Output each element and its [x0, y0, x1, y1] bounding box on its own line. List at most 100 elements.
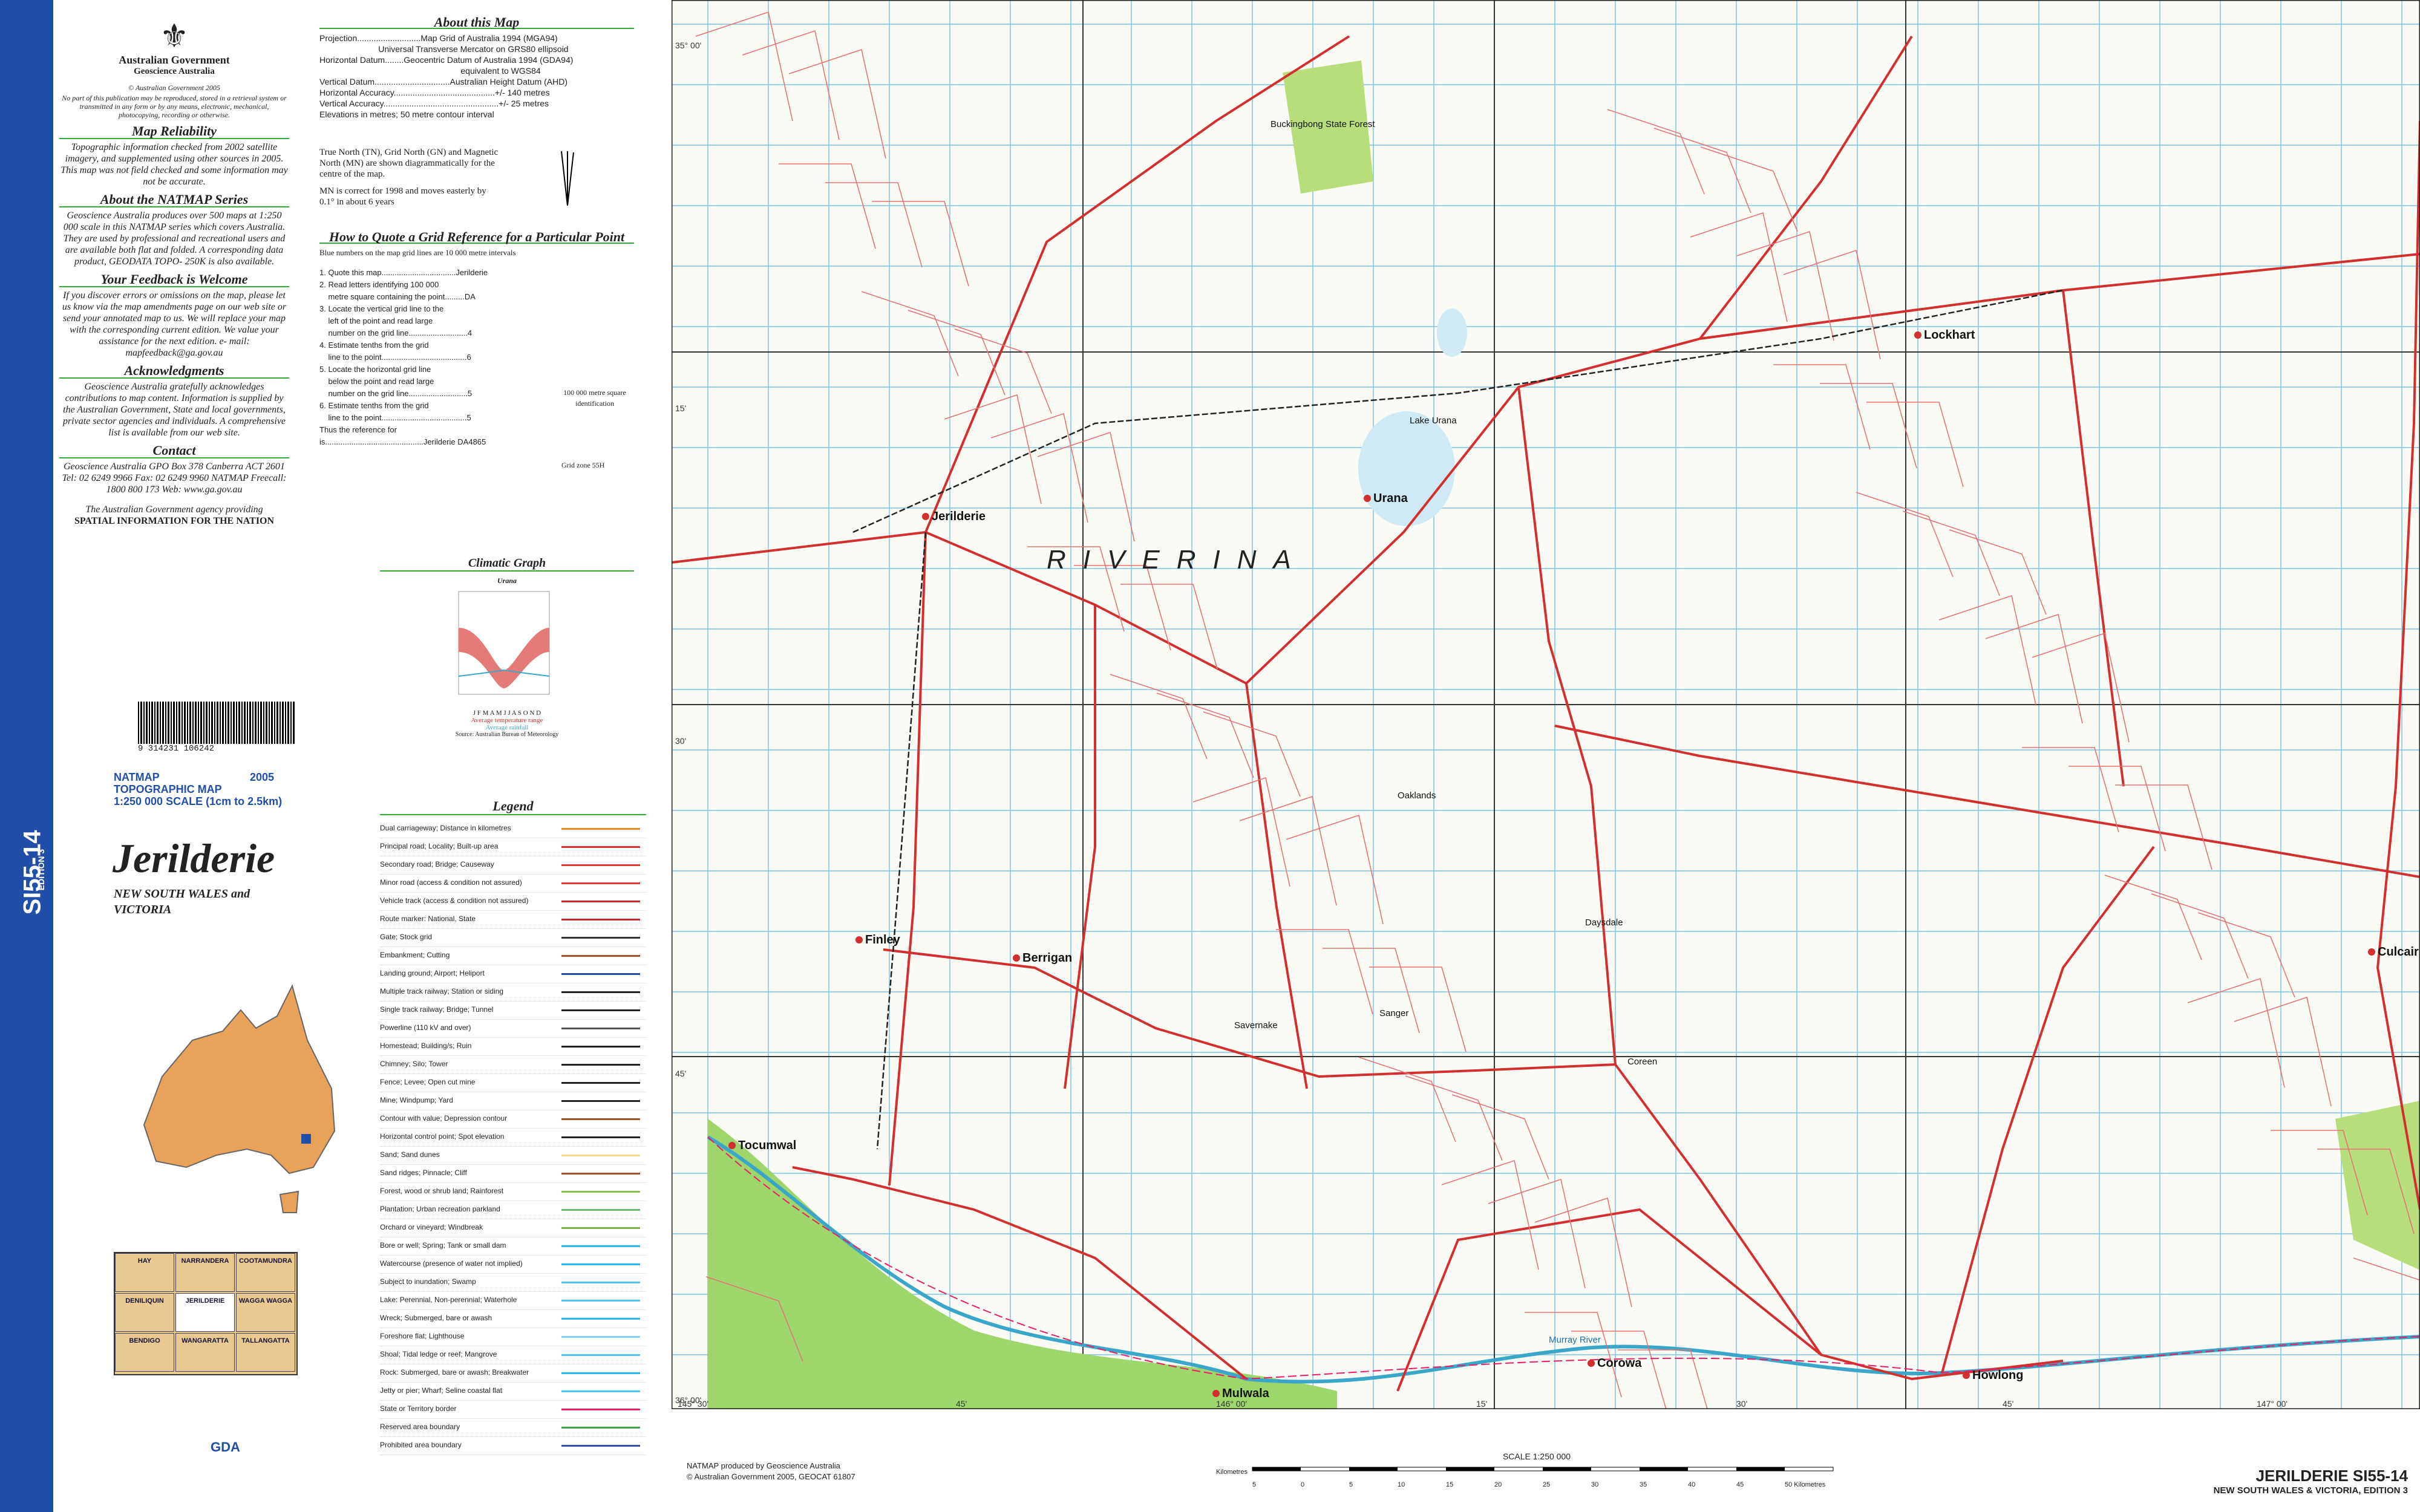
index-sheet: NARRANDERA — [175, 1253, 235, 1292]
legend-row: Watercourse (presence of water not impli… — [380, 1256, 646, 1274]
legend-label: Minor road (access & condition not assur… — [380, 878, 522, 887]
map-place-label: Tocumwal — [738, 1139, 796, 1152]
legend-symbol — [561, 1409, 640, 1410]
scale-tick: 30 — [1591, 1481, 1599, 1488]
legend-row: Mine; Windpump; Yard — [380, 1092, 646, 1110]
map-place-label: Lake Urana — [1410, 415, 1457, 426]
map-place-label: Howlong — [1972, 1369, 2023, 1382]
legend-row: Plantation; Urban recreation parkland — [380, 1201, 646, 1219]
legend-row: Principal road; Locality; Built-up area — [380, 838, 646, 856]
legend-label: State or Territory border — [380, 1404, 457, 1413]
legend-row: Powerline (110 kV and over) — [380, 1020, 646, 1038]
info-column: ⚜ Australian Government Geoscience Austr… — [59, 18, 289, 527]
legend-symbol — [561, 882, 640, 884]
legend-symbol — [561, 1191, 640, 1193]
legend-label: Reserved area boundary — [380, 1422, 460, 1431]
map-place-label: Lockhart — [1924, 328, 1975, 342]
latitude-label: 35° 00' — [675, 41, 701, 50]
north-note: True North (TN), Grid North (GN) and Mag… — [319, 148, 499, 179]
scale-tick: 15 — [1446, 1481, 1454, 1488]
legend-row: Embankment; Cutting — [380, 947, 646, 965]
index-sheet: DENILIQUIN — [115, 1293, 174, 1332]
legend-row: State or Territory border — [380, 1401, 646, 1419]
legend-row: Wreck; Submerged, bare or awash — [380, 1310, 646, 1328]
legend-symbol — [561, 1028, 640, 1029]
reliability-heading: Map Reliability — [59, 125, 289, 139]
legend-symbol — [561, 1136, 640, 1138]
topographic-map[interactable]: Jerilderie Urana Berrigan Finley Tocumwal Mul… — [672, 0, 2420, 1409]
legend-symbol — [561, 937, 640, 939]
longitude-label: 45' — [2003, 1399, 2013, 1409]
contact-heading: Contact — [59, 444, 289, 458]
barcode — [138, 702, 295, 744]
legend-label: Jetty or pier; Wharf; Seline coastal fla… — [380, 1386, 503, 1395]
scale-tick: 45 — [1736, 1481, 1744, 1488]
map-place-label: Corowa — [1597, 1357, 1642, 1370]
legend-symbol — [561, 1046, 640, 1048]
barcode-number: 9 314231 106242 — [138, 744, 215, 754]
town-marker — [728, 1142, 736, 1149]
scale-tick: 20 — [1494, 1481, 1502, 1488]
map-place-label: Murray River — [1549, 1335, 1601, 1345]
latitude-label: 30' — [675, 736, 686, 746]
scale-ticks: 5 0 5 10 15 20 25 30 35 40 45 50 Kilometres — [1216, 1481, 1857, 1491]
australia-locator-map — [143, 984, 336, 1213]
legend-label: Horizontal control point; Spot elevation — [380, 1132, 505, 1141]
sheet-location-marker — [301, 1134, 311, 1144]
map-legend: Legend Dual carriageway; Distance in kil… — [380, 798, 646, 1455]
legend-row: Homestead; Building/s; Ruin — [380, 1038, 646, 1056]
ack-heading: Acknowledgments — [59, 364, 289, 379]
agency-name: Geoscience Australia — [134, 67, 215, 76]
legend-symbol — [561, 846, 640, 848]
scale-unit: Kilometres — [1216, 1468, 1248, 1476]
town-marker — [2368, 948, 2375, 956]
climate-rain-legend: Average rainfall — [485, 724, 529, 731]
legend-label: Single track railway; Bridge; Tunnel — [380, 1005, 494, 1014]
legend-symbol — [561, 1318, 640, 1320]
series-heading: About the NATMAP Series — [59, 193, 289, 207]
legend-row: Gate; Stock grid — [380, 929, 646, 947]
region-label: RIVERINA — [1047, 545, 1308, 575]
govt-name: Australian Government — [119, 54, 230, 66]
legend-label: Orchard or vineyard; Windbreak — [380, 1223, 483, 1231]
legend-label: Lake: Perennial, Non-perennial; Waterhol… — [380, 1295, 517, 1304]
map-place-label: Oaklands — [1398, 790, 1436, 801]
legend-label: Homestead; Building/s; Ruin — [380, 1041, 472, 1050]
legend-label: Landing ground; Airport; Heliport — [380, 969, 485, 977]
legend-row: Single track railway; Bridge; Tunnel — [380, 1002, 646, 1020]
climate-chart — [458, 591, 550, 695]
feedback-text: If you discover errors or omissions on t… — [62, 290, 287, 358]
town-marker — [1963, 1372, 1970, 1379]
legend-heading: Legend — [380, 798, 646, 815]
scale-tick: 5 — [1349, 1481, 1353, 1488]
legend-symbol — [561, 1100, 640, 1102]
scale-tick: 10 — [1398, 1481, 1405, 1488]
copyright: © Australian Government 2005 — [128, 83, 220, 92]
longitude-label: 30' — [1736, 1399, 1747, 1409]
lake-urana — [1358, 411, 1455, 526]
index-sheet: BENDIGO — [115, 1333, 174, 1372]
legend-row: Jetty or pier; Wharf; Seline coastal fla… — [380, 1383, 646, 1401]
spine-edition: EDITION 3 — [36, 849, 47, 891]
producer-line1: NATMAP produced by Geoscience Australia — [687, 1461, 840, 1470]
latitude-label: 15' — [675, 403, 686, 413]
legend-label: Plantation; Urban recreation parkland — [380, 1205, 500, 1213]
climate-months: J F M A M J J A S O N D — [473, 709, 541, 717]
longitude-label: 146° 00' — [1216, 1399, 1247, 1409]
legend-symbol — [561, 1263, 640, 1265]
scale-bar-graphic — [1252, 1467, 1834, 1471]
legend-label: Contour with value; Depression contour — [380, 1114, 508, 1123]
legend-row: Secondary road; Bridge; Causeway — [380, 856, 646, 875]
legend-row: Sand ridges; Pinnacle; Cliff — [380, 1165, 646, 1183]
map-place-label: Finley — [865, 933, 901, 947]
coat-of-arms-icon: ⚜ — [159, 18, 189, 54]
map-margin-panel: ⚜ Australian Government Geoscience Austr… — [53, 0, 664, 1512]
legend-label: Route marker: National, State — [380, 914, 476, 923]
legend-symbol — [561, 955, 640, 957]
about-column: About this Map Projection...............… — [319, 12, 634, 469]
gridref-intro: Blue numbers on the map grid lines are 1… — [319, 248, 516, 257]
natmap-type: TOPOGRAPHIC MAP — [114, 783, 222, 795]
map-place-label: Mulwala — [1222, 1387, 1270, 1400]
scale-tick: 25 — [1543, 1481, 1551, 1488]
legend-label: Sand ridges; Pinnacle; Cliff — [380, 1168, 467, 1177]
